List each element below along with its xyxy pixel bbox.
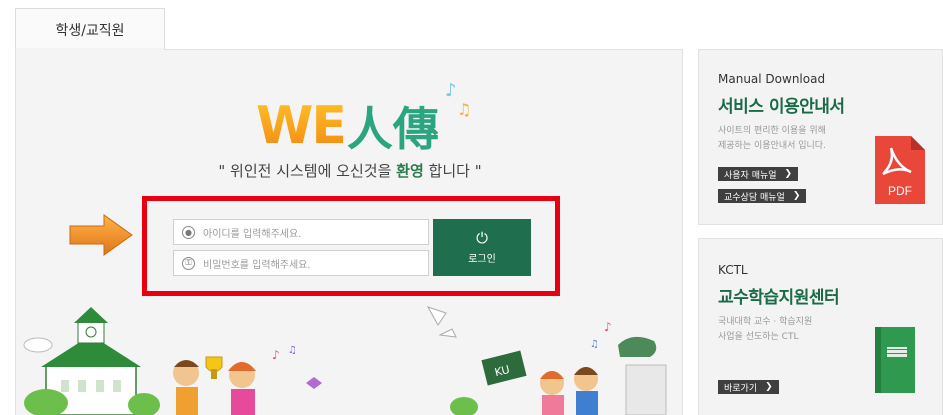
campus-building-icon xyxy=(23,307,160,415)
tab-student-staff[interactable]: 학생/교직원 xyxy=(15,8,165,50)
chevron-right-icon: ❯ xyxy=(784,169,793,179)
site-logo: WE 人傳 xyxy=(256,92,439,152)
tab-label: 학생/교직원 xyxy=(55,22,125,39)
pdf-file-icon: PDF xyxy=(875,136,925,204)
kctl-subtitle: KCTL xyxy=(718,263,748,277)
kctl-desc-line2: 사업을 선도하는 CTL xyxy=(718,332,799,342)
login-button-label: 로그인 xyxy=(468,253,496,265)
music-note-icon: ♪ xyxy=(445,80,457,101)
students-with-sign-illustration: KU ♪ ♫ xyxy=(426,306,667,415)
students-illustration: ♪ ♫ xyxy=(173,345,322,415)
manual-desc-line2: 제공하는 이용안내서 입니다. xyxy=(718,141,826,151)
user-icon: ● xyxy=(182,225,195,239)
kctl-go-button[interactable]: 바로가기 ❯ xyxy=(718,380,779,394)
chevron-right-icon: ❯ xyxy=(765,382,773,392)
welcome-post: 합니다 " xyxy=(423,162,482,180)
power-icon: ⏻ xyxy=(476,228,488,247)
user-id-placeholder: 아이디를 입력해주세요. xyxy=(203,228,302,240)
svg-text:♪: ♪ xyxy=(272,348,280,362)
svg-text:♫: ♫ xyxy=(288,345,297,356)
welcome-message: " 위인전 시스템에 오신것을 환영 합니다 " xyxy=(16,160,682,181)
manual-subtitle: Manual Download xyxy=(718,72,826,86)
logo-we: WE xyxy=(256,96,347,156)
manual-description: 사이트의 편리한 이용을 위해 제공하는 이용안내서 입니다. xyxy=(718,124,868,154)
manual-title: 서비스 이용안내서 xyxy=(718,97,845,117)
svg-text:♫: ♫ xyxy=(590,339,599,350)
book-icon xyxy=(875,327,915,393)
login-form: ● 아이디를 입력해주세요. ⚿ 비밀번호를 입력해주세요. ⏻ 로그인 xyxy=(142,196,560,296)
user-manual-button[interactable]: 사용자 매뉴얼 ❯ xyxy=(718,167,799,181)
user-id-input[interactable]: ● 아이디를 입력해주세요. xyxy=(173,219,429,245)
manual-desc-line1: 사이트의 편리한 이용을 위해 xyxy=(718,126,826,136)
kctl-desc-line1: 국내대학 교수 · 학습지원 xyxy=(718,317,813,327)
login-panel: WE 人傳 ♪ ♫ " 위인전 시스템에 오신것을 환영 합니다 " ● 아이디… xyxy=(15,49,683,415)
welcome-emphasis: 환영 xyxy=(396,162,424,180)
kctl-go-label: 바로가기 xyxy=(724,383,758,394)
arrow-right-icon xyxy=(69,214,133,256)
password-input[interactable]: ⚿ 비밀번호를 입력해주세요. xyxy=(173,250,429,276)
campus-illustration: ♪ ♫ KU ♪ ♫ xyxy=(23,306,667,415)
login-button[interactable]: ⏻ 로그인 xyxy=(433,219,531,276)
tab-connector xyxy=(16,48,164,51)
counseling-manual-button[interactable]: 교수상담 매뉴얼 ❯ xyxy=(718,189,807,203)
svg-text:PDF: PDF xyxy=(888,184,912,198)
counseling-manual-label: 교수상담 매뉴얼 xyxy=(724,192,785,203)
manual-download-card: Manual Download 서비스 이용안내서 사이트의 편리한 이용을 위… xyxy=(698,49,943,225)
chevron-right-icon: ❯ xyxy=(792,191,801,201)
user-manual-label: 사용자 매뉴얼 xyxy=(724,170,777,181)
key-icon: ⚿ xyxy=(182,256,195,270)
music-note-icon: ♫ xyxy=(457,100,472,119)
welcome-pre: " 위인전 시스템에 오신것을 xyxy=(218,162,397,180)
svg-text:♪: ♪ xyxy=(604,320,612,334)
kctl-description: 국내대학 교수 · 학습지원 사업을 선도하는 CTL xyxy=(718,315,868,345)
kctl-title: 교수학습지원센터 xyxy=(718,288,840,308)
logo-han: 人傳 xyxy=(346,102,439,156)
kctl-card: KCTL 교수학습지원센터 국내대학 교수 · 학습지원 사업을 선도하는 CT… xyxy=(698,238,943,415)
password-placeholder: 비밀번호를 입력해주세요. xyxy=(203,259,311,271)
